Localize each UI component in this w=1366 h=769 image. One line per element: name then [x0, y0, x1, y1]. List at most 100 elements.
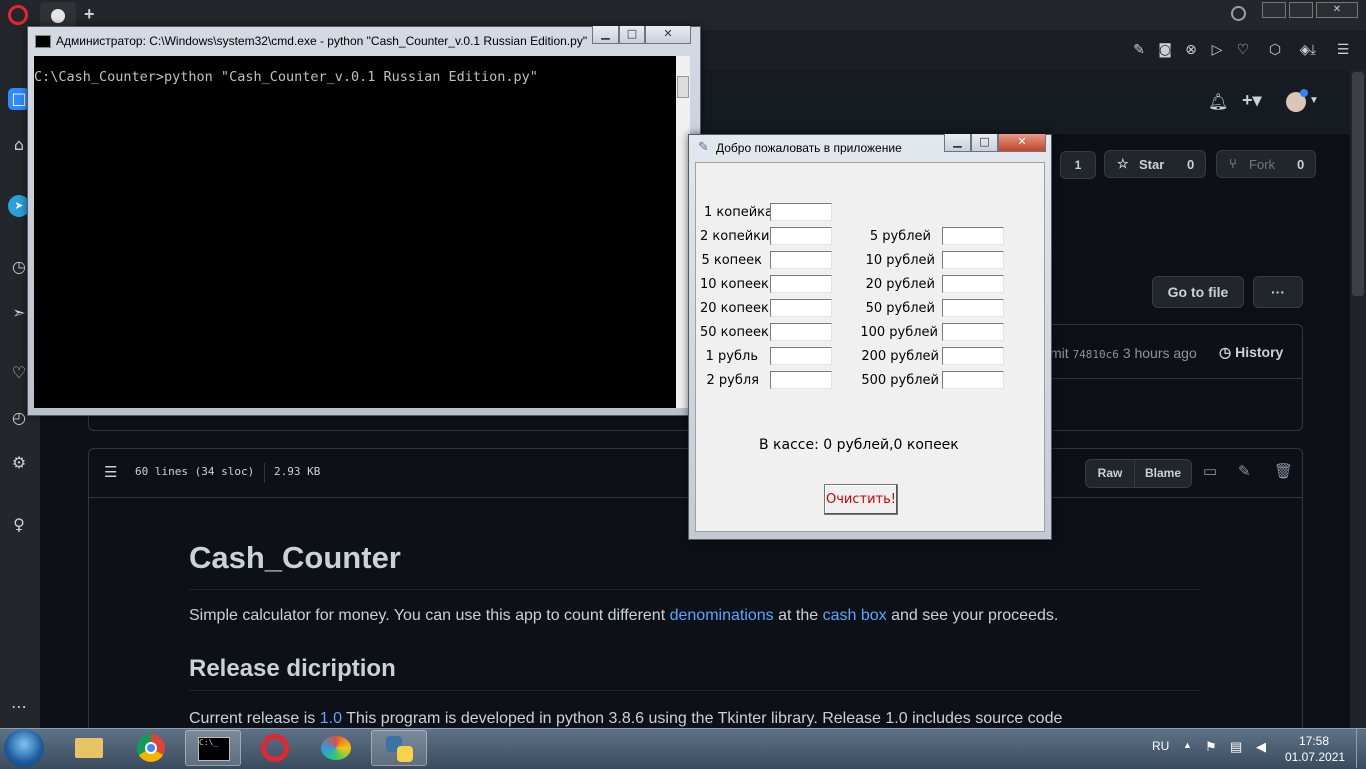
taskbar-explorer-button[interactable]: [61, 730, 117, 766]
show-hidden-icons[interactable]: ▲: [1183, 740, 1192, 750]
star-count: 0: [1187, 157, 1195, 172]
opera-icon: [261, 734, 289, 762]
coin-label-50k: 50 копеек: [700, 325, 769, 340]
taskbar-paint-button[interactable]: [309, 730, 365, 766]
delete-trash-icon[interactable]: 🗑︎: [1274, 462, 1293, 480]
clear-button[interactable]: Очистить!: [824, 484, 898, 515]
coin-entry-2r[interactable]: [770, 371, 832, 389]
coin-entry-5k[interactable]: [770, 251, 832, 269]
history-link[interactable]: ◷ History: [1219, 344, 1283, 361]
bill-entry-10r[interactable]: [942, 251, 1004, 269]
cmd-app-icon: [35, 35, 51, 48]
bill-entry-50r[interactable]: [942, 299, 1004, 317]
tk-minimize-button[interactable]: ▁: [944, 134, 971, 152]
bill-entry-20r[interactable]: [942, 275, 1004, 293]
readme-title-rule: [189, 589, 1201, 590]
bill-entry-100r[interactable]: [942, 323, 1004, 341]
more-options-button[interactable]: ···: [1253, 276, 1303, 308]
fork-button[interactable]: ⑂ Fork 0: [1216, 150, 1316, 178]
cmd-scroll-thumb[interactable]: [677, 76, 689, 98]
bill-label-100r: 100 рублей: [860, 325, 938, 340]
bill-entry-5r[interactable]: [942, 227, 1004, 245]
cmd-minimize-button[interactable]: ▁: [592, 26, 619, 44]
close-browser-button[interactable]: ✕: [1316, 2, 1358, 18]
coin-entry-2k[interactable]: [770, 227, 832, 245]
coin-label-5k: 5 копеек: [701, 253, 762, 268]
cmd-close-button[interactable]: ✕: [645, 26, 691, 44]
extensions-icon[interactable]: ⬡: [1265, 40, 1285, 60]
python-icon-yellow: [397, 746, 413, 762]
page-scrollbar-thumb[interactable]: [1352, 72, 1364, 296]
bookmark-heart-icon[interactable]: ♡: [1233, 40, 1253, 60]
taskbar-python-button[interactable]: [371, 730, 427, 766]
new-tab-button[interactable]: +: [84, 4, 95, 25]
chrome-icon-center: [145, 742, 157, 754]
send-page-icon[interactable]: ▷: [1207, 40, 1227, 60]
action-center-icon[interactable]: ⚑: [1205, 739, 1217, 755]
maximize-browser-button[interactable]: [1289, 2, 1313, 18]
star-button[interactable]: ☆ Star 0: [1104, 150, 1206, 178]
clock-date[interactable]: 01.07.2021: [1285, 750, 1345, 764]
cmd-maximize-button[interactable]: □: [619, 26, 645, 44]
download-icon[interactable]: ⤓: [1303, 40, 1323, 60]
coin-entry-1k[interactable]: [770, 203, 832, 221]
search-tabs-icon[interactable]: [1231, 6, 1246, 21]
create-new-icon[interactable]: +▾: [1242, 90, 1262, 111]
opera-logo-icon[interactable]: [8, 5, 28, 25]
camera-icon[interactable]: ◙: [1155, 40, 1175, 60]
clock-time[interactable]: 17:58: [1299, 734, 1329, 748]
settings-icon[interactable]: ⚙: [8, 452, 30, 474]
tk-close-button[interactable]: ✕: [998, 134, 1046, 152]
cash-box-link[interactable]: cash box: [823, 607, 887, 624]
fork-label: Fork: [1249, 157, 1275, 172]
denominations-link[interactable]: denominations: [670, 607, 774, 624]
cmd-console-area[interactable]: [34, 56, 676, 408]
cash-total-label: В кассе: 0 рублей,0 копеек: [759, 437, 959, 453]
desktop-icon[interactable]: ▭: [1203, 462, 1217, 480]
keyboard-language[interactable]: RU: [1152, 739, 1169, 753]
readme-paragraph-2: Current release is 1.0 This program is d…: [189, 710, 1063, 727]
coin-label-2k: 2 копейки: [700, 229, 770, 244]
commit-hash[interactable]: 74810c6: [1073, 348, 1119, 361]
tips-icon[interactable]: ♀: [8, 514, 30, 536]
readme-title: Cash_Counter: [189, 540, 401, 575]
volume-icon[interactable]: ◀: [1256, 739, 1266, 755]
fork-icon: ⑂: [1229, 156, 1237, 171]
go-to-file-button[interactable]: Go to file: [1152, 276, 1244, 308]
notification-bell-icon[interactable]: 🔔︎: [1208, 92, 1228, 112]
bill-entry-500r[interactable]: [942, 371, 1004, 389]
avatar-chevron-icon[interactable]: ▼: [1309, 95, 1319, 106]
coin-entry-1r[interactable]: [770, 347, 832, 365]
commit-time: 3 hours ago: [1122, 345, 1197, 361]
more-icon[interactable]: ⋯: [8, 696, 30, 718]
network-icon[interactable]: ▤: [1230, 739, 1242, 755]
taskbar-cmd-button[interactable]: C:\_: [185, 730, 241, 766]
bill-entry-200r[interactable]: [942, 347, 1004, 365]
coin-entry-20k[interactable]: [770, 299, 832, 317]
folder-icon: [75, 738, 103, 758]
taskbar-opera-button[interactable]: [247, 730, 303, 766]
edit-pencil-icon[interactable]: ✎: [1238, 462, 1251, 480]
raw-button[interactable]: Raw: [1085, 459, 1135, 488]
release-heading: Release dicription: [189, 655, 396, 682]
blame-button[interactable]: Blame: [1134, 459, 1192, 488]
watch-count: 1: [1060, 151, 1096, 179]
tk-maximize-button[interactable]: □: [971, 134, 998, 152]
show-desktop-button[interactable]: [1356, 729, 1366, 768]
adblock-icon[interactable]: ⊗: [1181, 40, 1201, 60]
fork-count: 0: [1297, 157, 1305, 172]
outline-list-icon[interactable]: ☰: [104, 463, 117, 481]
easy-setup-icon[interactable]: ☰: [1333, 40, 1353, 60]
coin-label-2r: 2 рубля: [706, 373, 760, 388]
snapshot-icon[interactable]: ✎: [1129, 40, 1149, 60]
release-heading-rule: [189, 690, 1201, 691]
start-button[interactable]: [4, 729, 44, 767]
file-size: 2.93 KB: [274, 465, 321, 478]
release-link[interactable]: 1.0: [320, 710, 342, 727]
latest-commit[interactable]: mit 74810c6 3 hours ago: [1050, 345, 1197, 361]
coin-entry-10k[interactable]: [770, 275, 832, 293]
taskbar-chrome-button[interactable]: [123, 730, 179, 766]
bill-label-5r: 5 рублей: [869, 229, 931, 244]
minimize-browser-button[interactable]: [1262, 2, 1286, 18]
coin-entry-50k[interactable]: [770, 323, 832, 341]
